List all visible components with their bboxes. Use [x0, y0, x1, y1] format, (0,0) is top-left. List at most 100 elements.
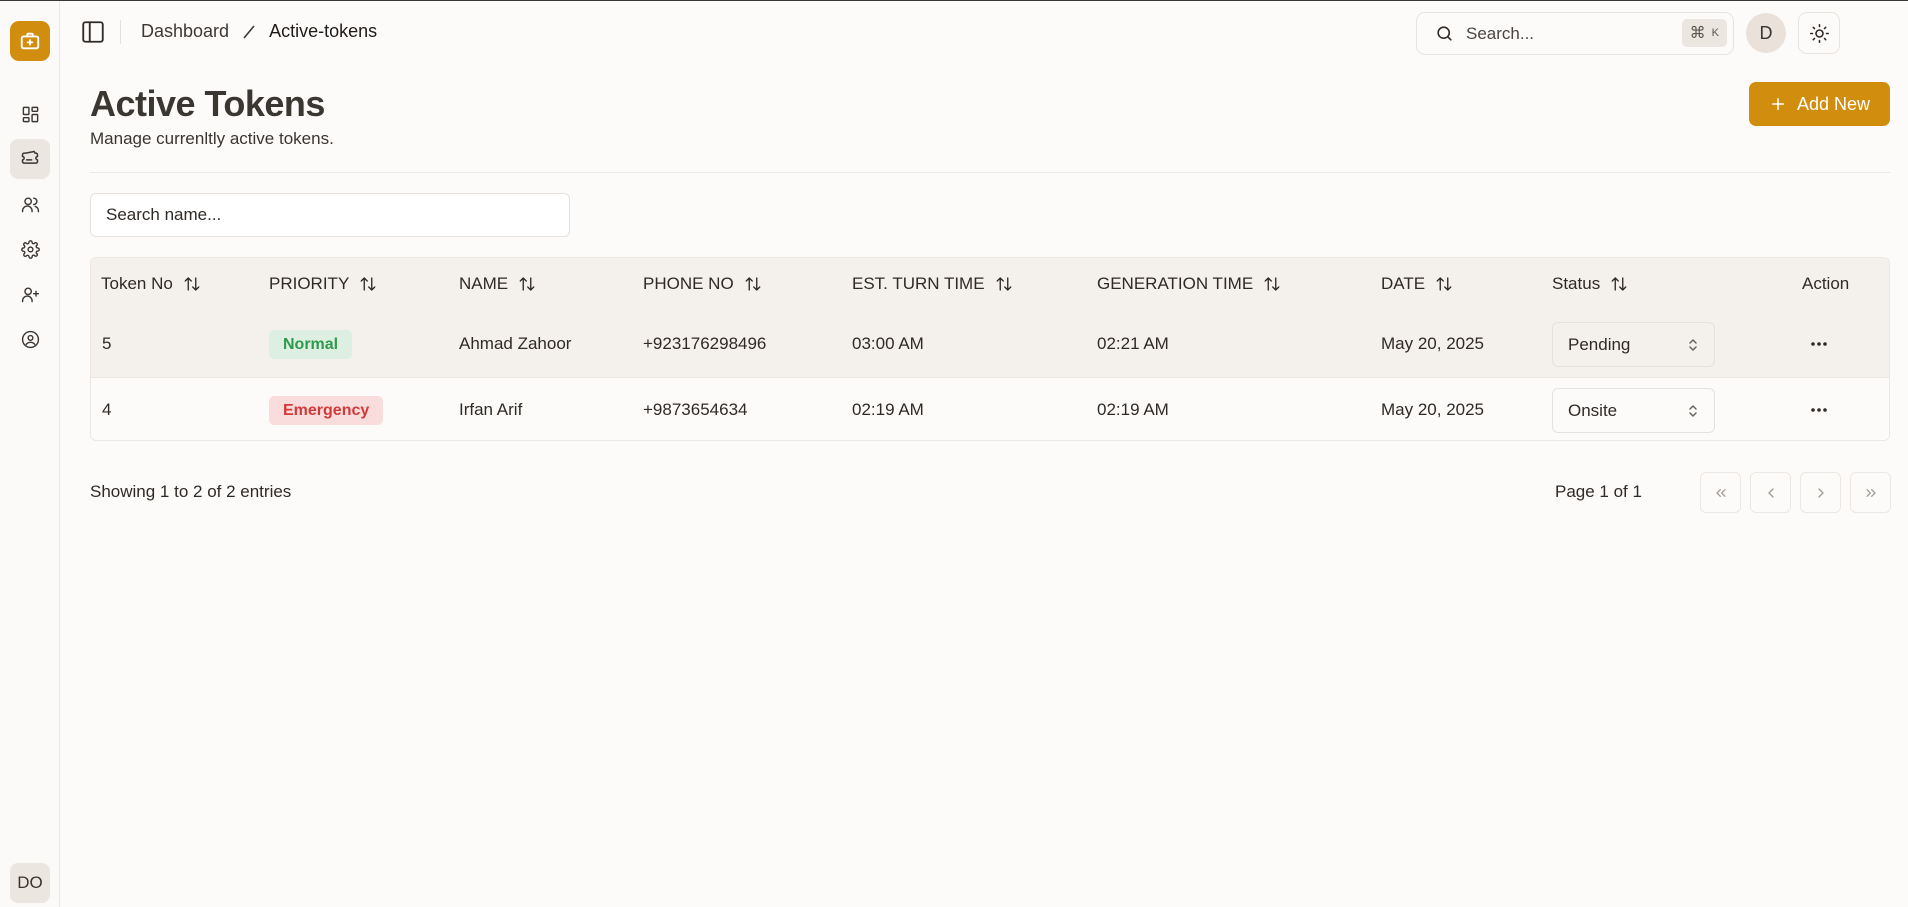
table-row: 5 Normal Ahmad Zahoor +923176298496 03:0…: [91, 312, 1889, 378]
global-search-placeholder: Search...: [1466, 23, 1535, 43]
table-row: 4 Emergency Irfan Arif +9873654634 02:19…: [91, 378, 1889, 440]
user-avatar[interactable]: DO: [10, 863, 50, 903]
cell-phone: +9873654634: [643, 400, 748, 419]
sort-icon: [360, 277, 376, 291]
column-header-action: Action: [1802, 274, 1849, 294]
chevron-up-down-icon: [1686, 402, 1700, 420]
sidebar: DO: [0, 1, 60, 907]
cell-generation-time: 02:19 AM: [1097, 400, 1169, 419]
add-new-button[interactable]: Add New: [1749, 82, 1890, 126]
column-header-label: Token No: [101, 274, 173, 293]
status-select[interactable]: Onsite: [1552, 388, 1715, 433]
shortcut-key: K: [1711, 27, 1719, 39]
user-initials: DO: [17, 873, 43, 892]
sort-icon: [184, 277, 200, 291]
search-icon: [1435, 24, 1454, 43]
sidebar-item-settings[interactable]: [10, 229, 50, 269]
previous-page-button[interactable]: [1750, 472, 1791, 513]
sort-icon: [1436, 277, 1452, 291]
entries-summary: Showing 1 to 2 of 2 entries: [90, 482, 292, 501]
chevron-right-icon: [1817, 487, 1824, 498]
column-header-label: PHONE NO: [643, 274, 734, 293]
column-header-date[interactable]: DATE: [1381, 274, 1453, 294]
chevron-up-down-icon: [1686, 336, 1700, 354]
sidebar-item-users[interactable]: [10, 184, 50, 224]
theme-toggle-button[interactable]: [1798, 12, 1840, 54]
sidebar-item-tokens[interactable]: [10, 139, 50, 179]
row-actions-button[interactable]: [1807, 334, 1831, 354]
more-horizontal-icon: [1811, 408, 1827, 412]
profile-avatar[interactable]: D: [1746, 13, 1786, 53]
column-header-name[interactable]: NAME: [459, 274, 536, 294]
dashboard-grid-icon: [22, 106, 38, 122]
add-new-label: Add New: [1796, 93, 1871, 114]
cell-name: Irfan Arif: [459, 400, 523, 419]
priority-badge-normal: Normal: [269, 330, 353, 359]
profile-avatar-initial: D: [1759, 22, 1773, 43]
breadcrumb-separator-icon: [241, 24, 257, 40]
global-search[interactable]: Search... ⌘ K: [1416, 12, 1734, 55]
name-search-input[interactable]: [90, 193, 570, 237]
column-header-est-turn-time[interactable]: EST. TURN TIME: [852, 274, 1013, 294]
tokens-table: Token No PRIORITY NAME PHONE NO EST. TUR…: [90, 257, 1890, 441]
column-header-status[interactable]: Status: [1552, 274, 1628, 294]
breadcrumb: Dashboard Active-tokens: [141, 21, 377, 42]
column-header-priority[interactable]: PRIORITY: [269, 274, 377, 294]
last-page-button[interactable]: [1850, 472, 1891, 513]
status-select-value: Pending: [1568, 334, 1631, 354]
panel-left-icon: [82, 21, 104, 43]
cell-token-no: 5: [102, 334, 112, 353]
column-header-label: NAME: [459, 274, 509, 293]
column-header-label: Status: [1552, 274, 1601, 293]
app-logo[interactable]: [10, 21, 50, 61]
cell-generation-time: 02:21 AM: [1097, 334, 1169, 353]
sidebar-item-account[interactable]: [10, 319, 50, 359]
gear-icon: [20, 239, 40, 259]
column-header-label: DATE: [1381, 274, 1426, 293]
sidebar-item-dashboard[interactable]: [10, 94, 50, 134]
sort-icon: [1611, 277, 1627, 291]
users-icon: [21, 196, 39, 212]
sidebar-toggle-button[interactable]: [79, 18, 107, 46]
column-header-label: PRIORITY: [269, 274, 350, 293]
divider: [120, 20, 121, 44]
chevrons-right-icon: [1865, 488, 1876, 497]
sidebar-item-add-user[interactable]: [10, 274, 50, 314]
status-select-value: Onsite: [1568, 400, 1618, 420]
status-select[interactable]: Pending: [1552, 322, 1715, 367]
cell-est-turn-time: 02:19 AM: [852, 400, 924, 419]
cell-est-turn-time: 03:00 AM: [852, 334, 924, 353]
divider: [90, 172, 1890, 173]
sort-icon: [745, 277, 761, 291]
table-header: Token No PRIORITY NAME PHONE NO EST. TUR…: [91, 258, 1889, 312]
column-header-label: Action: [1802, 274, 1850, 293]
cell-date: May 20, 2025: [1381, 400, 1485, 419]
keyboard-shortcut-badge: ⌘ K: [1681, 19, 1727, 47]
command-key-icon: ⌘: [1689, 25, 1706, 42]
user-circle-icon: [21, 330, 39, 348]
plus-icon: [1771, 98, 1784, 110]
sun-icon: [1809, 23, 1829, 43]
breadcrumb-dashboard-link[interactable]: Dashboard: [141, 21, 229, 42]
priority-badge-emergency: Emergency: [269, 396, 384, 425]
briefcase-medical-icon: [20, 32, 40, 50]
column-header-generation-time[interactable]: GENERATION TIME: [1097, 274, 1281, 294]
chevrons-left-icon: [1715, 488, 1726, 497]
row-actions-button[interactable]: [1807, 400, 1831, 420]
user-plus-icon: [21, 286, 39, 302]
cell-phone: +923176298496: [643, 334, 767, 353]
more-horizontal-icon: [1811, 342, 1827, 346]
ticket-icon: [21, 150, 39, 164]
column-header-label: EST. TURN TIME: [852, 274, 985, 293]
column-header-label: GENERATION TIME: [1097, 274, 1254, 293]
column-header-phone[interactable]: PHONE NO: [643, 274, 762, 294]
sort-icon: [519, 277, 535, 291]
column-header-token-no[interactable]: Token No: [101, 274, 201, 294]
breadcrumb-current: Active-tokens: [269, 21, 378, 41]
first-page-button[interactable]: [1700, 472, 1741, 513]
cell-date: May 20, 2025: [1381, 334, 1485, 353]
cell-token-no: 4: [102, 400, 112, 419]
next-page-button[interactable]: [1800, 472, 1841, 513]
page-indicator: Page 1 of 1: [1555, 482, 1642, 501]
cell-name: Ahmad Zahoor: [459, 334, 572, 353]
